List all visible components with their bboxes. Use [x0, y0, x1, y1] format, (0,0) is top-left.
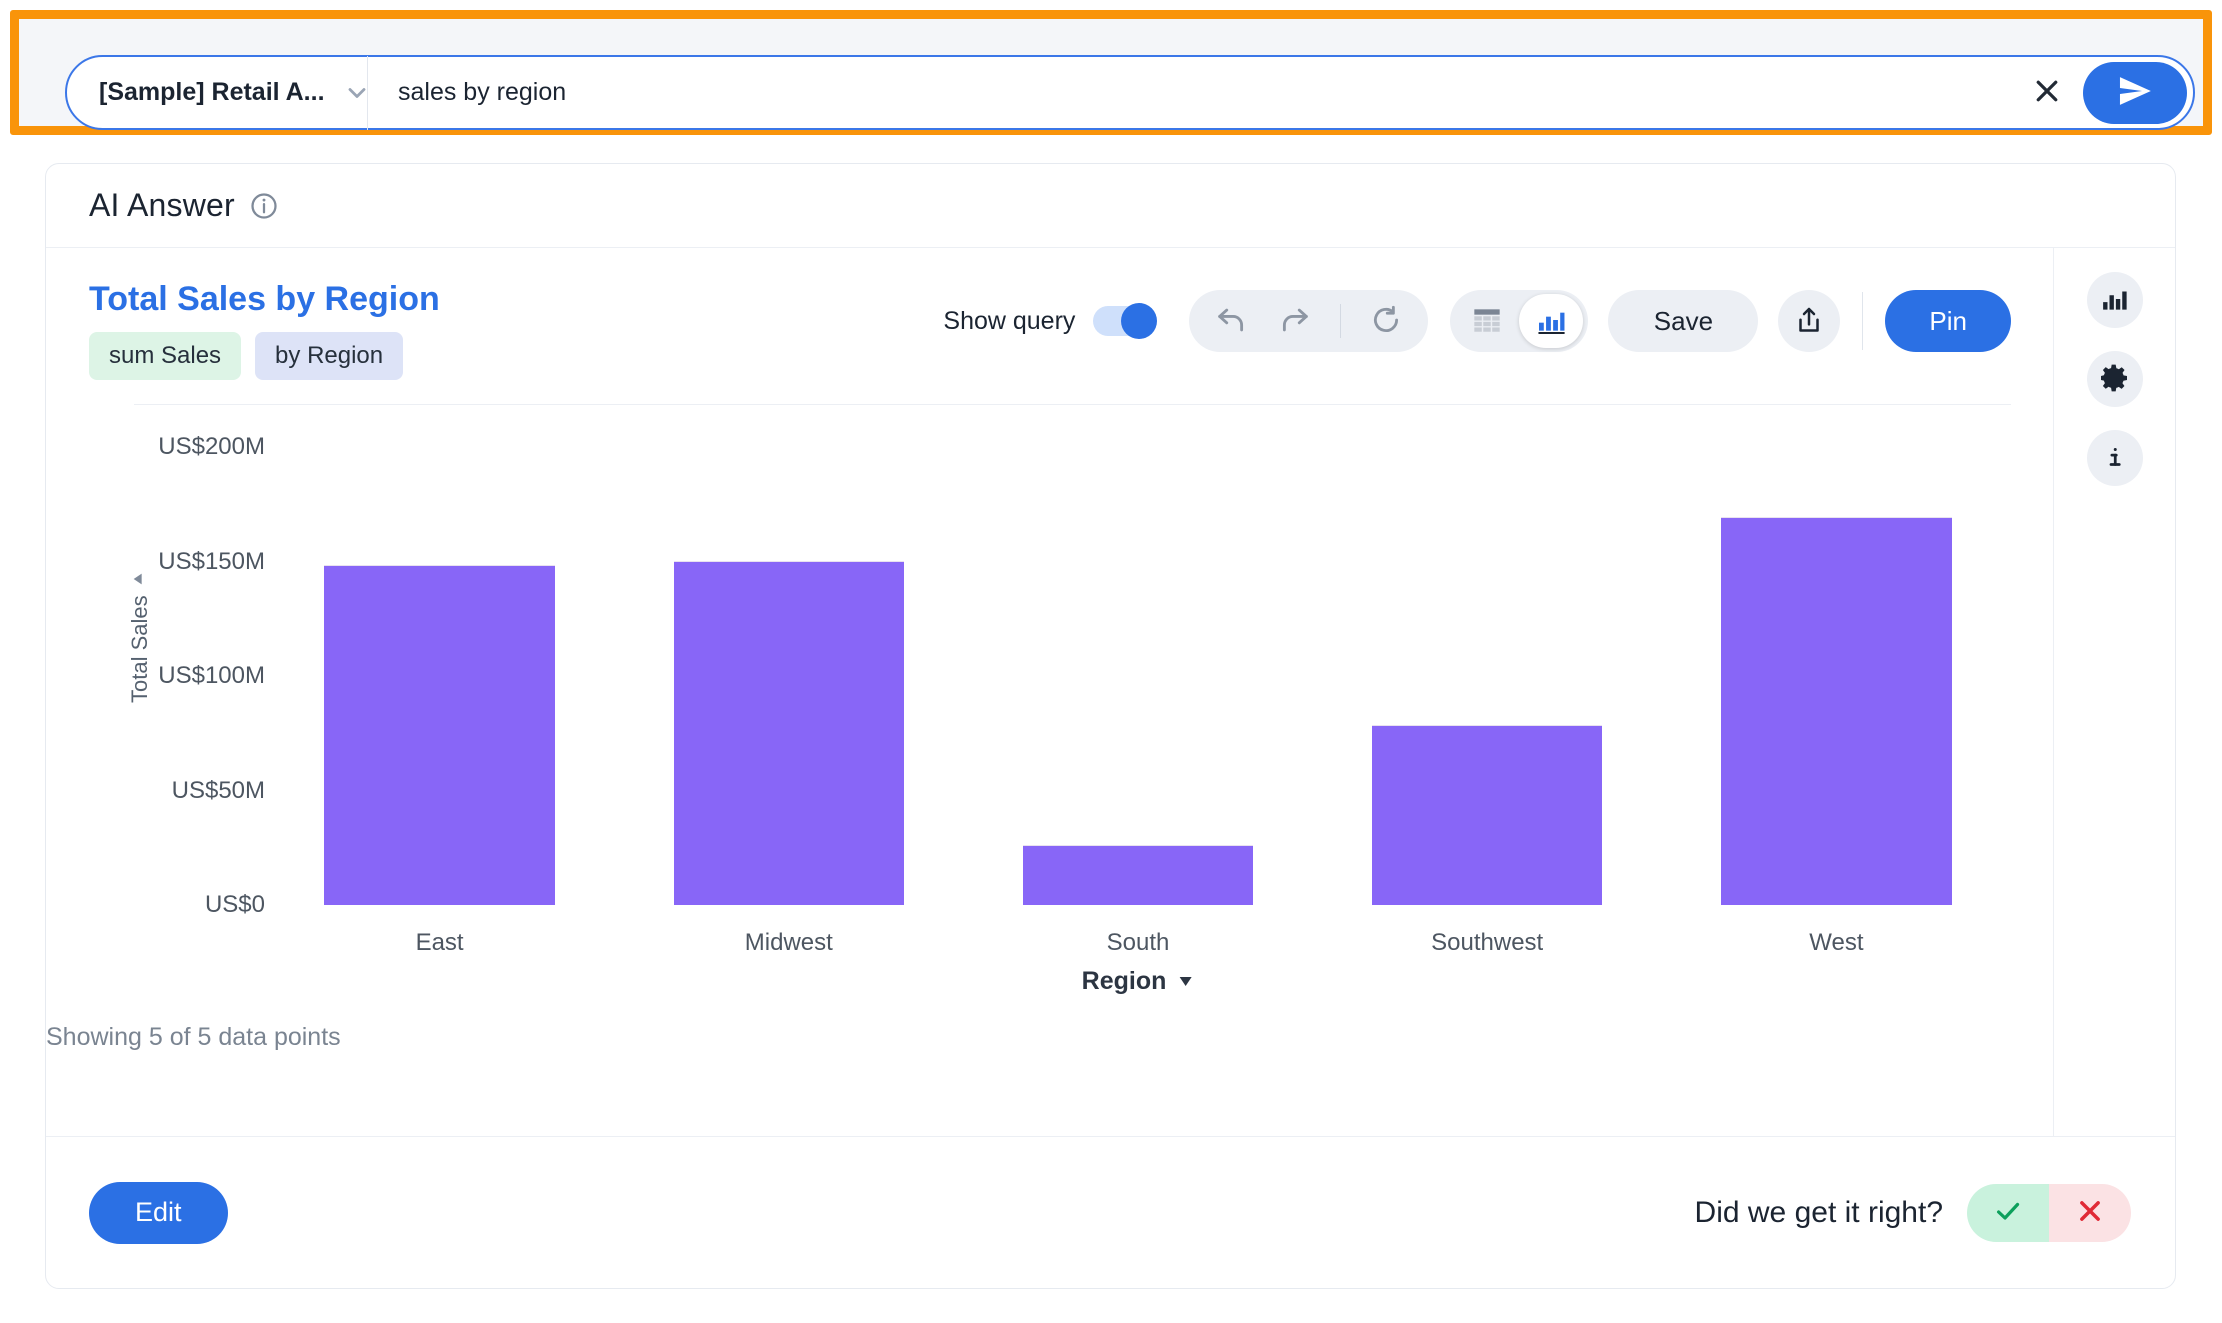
- datasource-label: [Sample] Retail A...: [99, 78, 325, 107]
- close-icon: [2075, 1196, 2105, 1229]
- search-bar[interactable]: [Sample] Retail A...: [65, 55, 2195, 130]
- feedback-no-button[interactable]: [2049, 1184, 2131, 1242]
- check-icon: [1993, 1196, 2023, 1229]
- table-view-button[interactable]: [1455, 294, 1519, 348]
- feedback-group: Did we get it right?: [1695, 1184, 2131, 1242]
- y-axis-tick: US$0: [205, 891, 265, 919]
- share-button[interactable]: [1778, 290, 1840, 352]
- ai-answer-footer: Edit Did we get it right?: [46, 1136, 2175, 1288]
- y-axis-tick: US$100M: [158, 662, 265, 690]
- query-chips: sum Sales by Region: [89, 332, 440, 380]
- bar-west[interactable]: [1721, 517, 1951, 905]
- query-chip-measure[interactable]: sum Sales: [89, 332, 241, 380]
- send-query-button[interactable]: [2083, 62, 2187, 124]
- info-icon: [2100, 442, 2130, 475]
- visualization-title-block: Total Sales by Region sum Sales by Regio…: [89, 280, 440, 380]
- redo-icon: [1278, 303, 1312, 340]
- visualization-toolbar: Show query: [943, 290, 2011, 352]
- x-axis-tick-label: East: [416, 929, 464, 957]
- chevron-down-icon: [1176, 967, 1194, 996]
- bar-east[interactable]: [324, 565, 554, 905]
- visualization-pane: Total Sales by Region sum Sales by Regio…: [46, 248, 2054, 1136]
- toolbar-divider: [1340, 304, 1341, 338]
- edit-button[interactable]: Edit: [89, 1182, 228, 1244]
- undo-button[interactable]: [1203, 293, 1259, 349]
- bar-chart-icon: [1535, 304, 1567, 339]
- bar-southwest[interactable]: [1372, 725, 1602, 905]
- gear-icon: [2099, 362, 2131, 397]
- x-axis-label-text: Region: [1082, 967, 1167, 996]
- history-button-group: [1189, 290, 1428, 352]
- visualization-title[interactable]: Total Sales by Region: [89, 280, 440, 318]
- rail-chart-button[interactable]: [2087, 272, 2143, 328]
- table-icon: [1471, 304, 1503, 339]
- search-highlight-frame: [Sample] Retail A...: [10, 10, 2212, 135]
- view-mode-switch: [1450, 290, 1588, 352]
- show-query-toggle[interactable]: [1093, 306, 1155, 336]
- reset-button[interactable]: [1358, 293, 1414, 349]
- reset-icon: [1369, 303, 1403, 340]
- y-axis-tick: US$150M: [158, 548, 265, 576]
- info-icon[interactable]: [249, 191, 279, 221]
- clear-search-button[interactable]: [2025, 71, 2069, 115]
- feedback-question: Did we get it right?: [1695, 1196, 1943, 1230]
- y-axis-tick: US$50M: [172, 777, 265, 805]
- x-axis-tick-label: South: [1107, 929, 1170, 957]
- ai-answer-body: Total Sales by Region sum Sales by Regio…: [46, 248, 2175, 1136]
- rail-settings-button[interactable]: [2087, 351, 2143, 407]
- x-axis-tick-label: Midwest: [745, 929, 833, 957]
- x-axis-label[interactable]: Region: [1082, 967, 1195, 996]
- ai-answer-header: AI Answer: [46, 164, 2175, 248]
- bar-chart: Total Sales US$0US$50MUS$100MUS$150MUS$2…: [89, 405, 2011, 1025]
- y-axis-tick: US$200M: [158, 433, 265, 461]
- feedback-yes-button[interactable]: [1967, 1184, 2049, 1242]
- data-point-count: Showing 5 of 5 data points: [46, 1023, 341, 1052]
- bar-south[interactable]: [1023, 845, 1253, 906]
- y-axis-ticks: US$0 US$50M US$100M US$150M US$200M: [89, 405, 265, 1025]
- bar-midwest[interactable]: [674, 561, 904, 906]
- bar-chart-icon: [2100, 284, 2130, 317]
- query-chip-dimension[interactable]: by Region: [255, 332, 403, 380]
- toolbar-divider-2: [1862, 292, 1863, 350]
- show-query-label: Show query: [943, 307, 1075, 336]
- x-axis-tick-label: Southwest: [1431, 929, 1543, 957]
- search-input[interactable]: [368, 57, 2025, 128]
- redo-button[interactable]: [1267, 293, 1323, 349]
- pin-button[interactable]: Pin: [1885, 290, 2011, 352]
- visualization-header: Total Sales by Region sum Sales by Regio…: [46, 248, 2053, 380]
- chart-view-button[interactable]: [1519, 294, 1583, 348]
- datasource-selector[interactable]: [Sample] Retail A...: [67, 57, 367, 128]
- rail-info-button[interactable]: [2087, 430, 2143, 486]
- page-title: AI Answer: [89, 187, 235, 224]
- send-icon: [2116, 72, 2154, 113]
- undo-icon: [1214, 303, 1248, 340]
- side-rail: [2054, 248, 2175, 1136]
- save-button[interactable]: Save: [1608, 290, 1758, 352]
- share-icon: [1794, 305, 1824, 338]
- close-icon: [2032, 76, 2062, 109]
- plot-area: [265, 405, 2011, 905]
- ai-answer-card: AI Answer Total Sales by Region sum Sale…: [45, 163, 2176, 1289]
- x-axis-tick-label: West: [1809, 929, 1863, 957]
- feedback-buttons: [1967, 1184, 2131, 1242]
